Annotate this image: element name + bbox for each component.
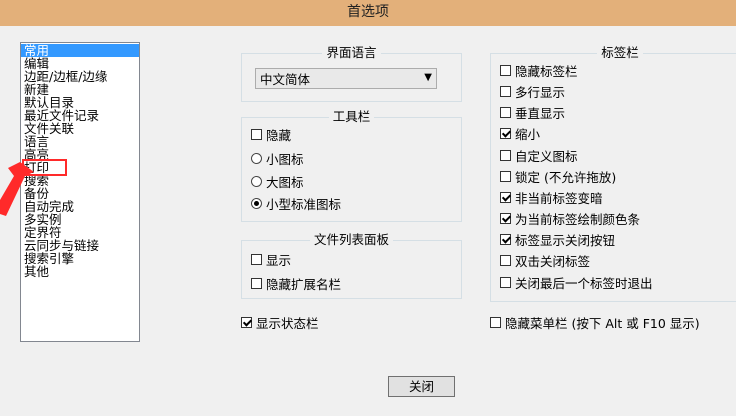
tabbar-option-checkbox[interactable]: 为当前标签绘制颜色条 [500,209,640,228]
tabbar-option-checkbox[interactable]: 缩小 [500,124,540,143]
close-button[interactable]: 关闭 [388,376,455,397]
category-item[interactable]: 语言 [21,135,139,148]
category-item[interactable]: 多实例 [21,213,139,226]
checkbox-box[interactable] [500,150,511,161]
checkbox-label: 锁定 (不允许拖放) [515,170,617,185]
checkbox-box[interactable] [500,277,511,288]
tabbar-option-checkbox[interactable]: 自定义图标 [500,146,578,165]
checkbox-box[interactable] [500,65,511,76]
tabbar-option-checkbox[interactable]: 垂直显示 [500,103,565,122]
checkbox-label: 自定义图标 [515,149,578,164]
checkbox-box[interactable] [500,255,511,266]
category-item[interactable]: 默认目录 [21,96,139,109]
tabbar-option-checkbox[interactable]: 双击关闭标签 [500,251,590,270]
radio-label: 小图标 [266,152,304,167]
checkbox-box[interactable] [500,86,511,97]
checkbox-box[interactable] [500,128,511,139]
category-item[interactable]: 备份 [21,187,139,200]
category-item[interactable]: 新建 [21,83,139,96]
radio-circle[interactable] [251,198,262,209]
category-item[interactable]: 编辑 [21,57,139,70]
small-icons-radio[interactable]: 小图标 [251,149,304,168]
annotation-arrow-icon [0,162,34,216]
checkbox-label: 关闭最后一个标签时退出 [515,276,653,291]
category-item[interactable]: 常用 [21,44,139,57]
language-legend: 界面语言 [326,45,377,60]
tabbar-option-checkbox[interactable]: 锁定 (不允许拖放) [500,167,616,186]
checkbox-label: 隐藏扩展名栏 [266,277,342,292]
checkbox-label: 为当前标签绘制颜色条 [515,212,641,227]
tabbar-option-checkbox[interactable]: 非当前标签变暗 [500,188,603,207]
radio-circle[interactable] [251,153,262,164]
checkbox-box[interactable] [500,171,511,182]
checkbox-label: 多行显示 [515,85,566,100]
doc-list-legend: 文件列表面板 [313,232,389,247]
radio-label: 小型标准图标 [266,197,342,212]
checkbox-label: 缩小 [515,127,541,142]
checkbox-box[interactable] [490,317,501,328]
tabbar-option-checkbox[interactable]: 隐藏标签栏 [500,61,578,80]
statusbar-checkbox[interactable]: 显示状态栏 [241,313,319,332]
checkbox-box[interactable] [251,278,262,289]
checkbox-box[interactable] [500,107,511,118]
window-title-bar[interactable]: 首选项 [0,0,736,26]
checkbox-label: 隐藏 [266,128,292,143]
language-select[interactable]: 中文简体 ▼ [255,68,437,89]
doc-list-show-checkbox[interactable]: 显示 [251,250,291,269]
toolbar-hide-checkbox[interactable]: 隐藏 [251,125,291,144]
tabbar-legend: 标签栏 [601,45,639,60]
checkbox-label: 显示 [266,253,292,268]
category-list[interactable]: 常用 编辑 边距/边框/边缘 新建 默认目录 最近文件记录 文件关联 语言 高亮… [20,42,140,342]
checkbox-box[interactable] [500,234,511,245]
checkbox-box[interactable] [500,192,511,203]
checkbox-label: 标签显示关闭按钮 [515,233,616,248]
checkbox-label: 隐藏标签栏 [515,64,578,79]
chevron-down-icon: ▼ [424,72,432,83]
checkbox-box[interactable] [251,254,262,265]
category-item[interactable]: 最近文件记录 [21,109,139,122]
language-select-value: 中文简体 [260,72,311,87]
small-standard-icons-radio[interactable]: 小型标准图标 [251,194,341,213]
category-item[interactable]: 文件关联 [21,122,139,135]
checkbox-label: 隐藏菜单栏 (按下 Alt 或 F10 显示) [505,316,700,331]
toolbar-legend: 工具栏 [332,109,371,124]
tabbar-option-checkbox[interactable]: 标签显示关闭按钮 [500,230,615,249]
category-item[interactable]: 云同步与链接 [21,239,139,252]
checkbox-label: 垂直显示 [515,106,566,121]
category-item[interactable]: 定界符 [21,226,139,239]
checkbox-box[interactable] [241,317,252,328]
hide-menubar-checkbox[interactable]: 隐藏菜单栏 (按下 Alt 或 F10 显示) [490,313,700,332]
checkbox-box[interactable] [500,213,511,224]
category-item[interactable]: 搜索引擎 [21,252,139,265]
tabbar-option-checkbox[interactable]: 多行显示 [500,82,565,101]
checkbox-label: 双击关闭标签 [515,254,591,269]
doc-list-hide-ext-checkbox[interactable]: 隐藏扩展名栏 [251,274,341,293]
radio-circle[interactable] [251,176,262,187]
category-item[interactable]: 自动完成 [21,200,139,213]
radio-label: 大图标 [266,175,304,190]
category-item[interactable]: 其他 [21,265,139,278]
tabbar-option-checkbox[interactable]: 关闭最后一个标签时退出 [500,273,653,292]
category-item[interactable]: 边距/边框/边缘 [21,70,139,83]
window-title: 首选项 [347,4,389,20]
large-icons-radio[interactable]: 大图标 [251,172,304,191]
checkbox-label: 非当前标签变暗 [515,191,603,206]
checkbox-label: 显示状态栏 [256,316,319,331]
checkbox-box[interactable] [251,129,262,140]
